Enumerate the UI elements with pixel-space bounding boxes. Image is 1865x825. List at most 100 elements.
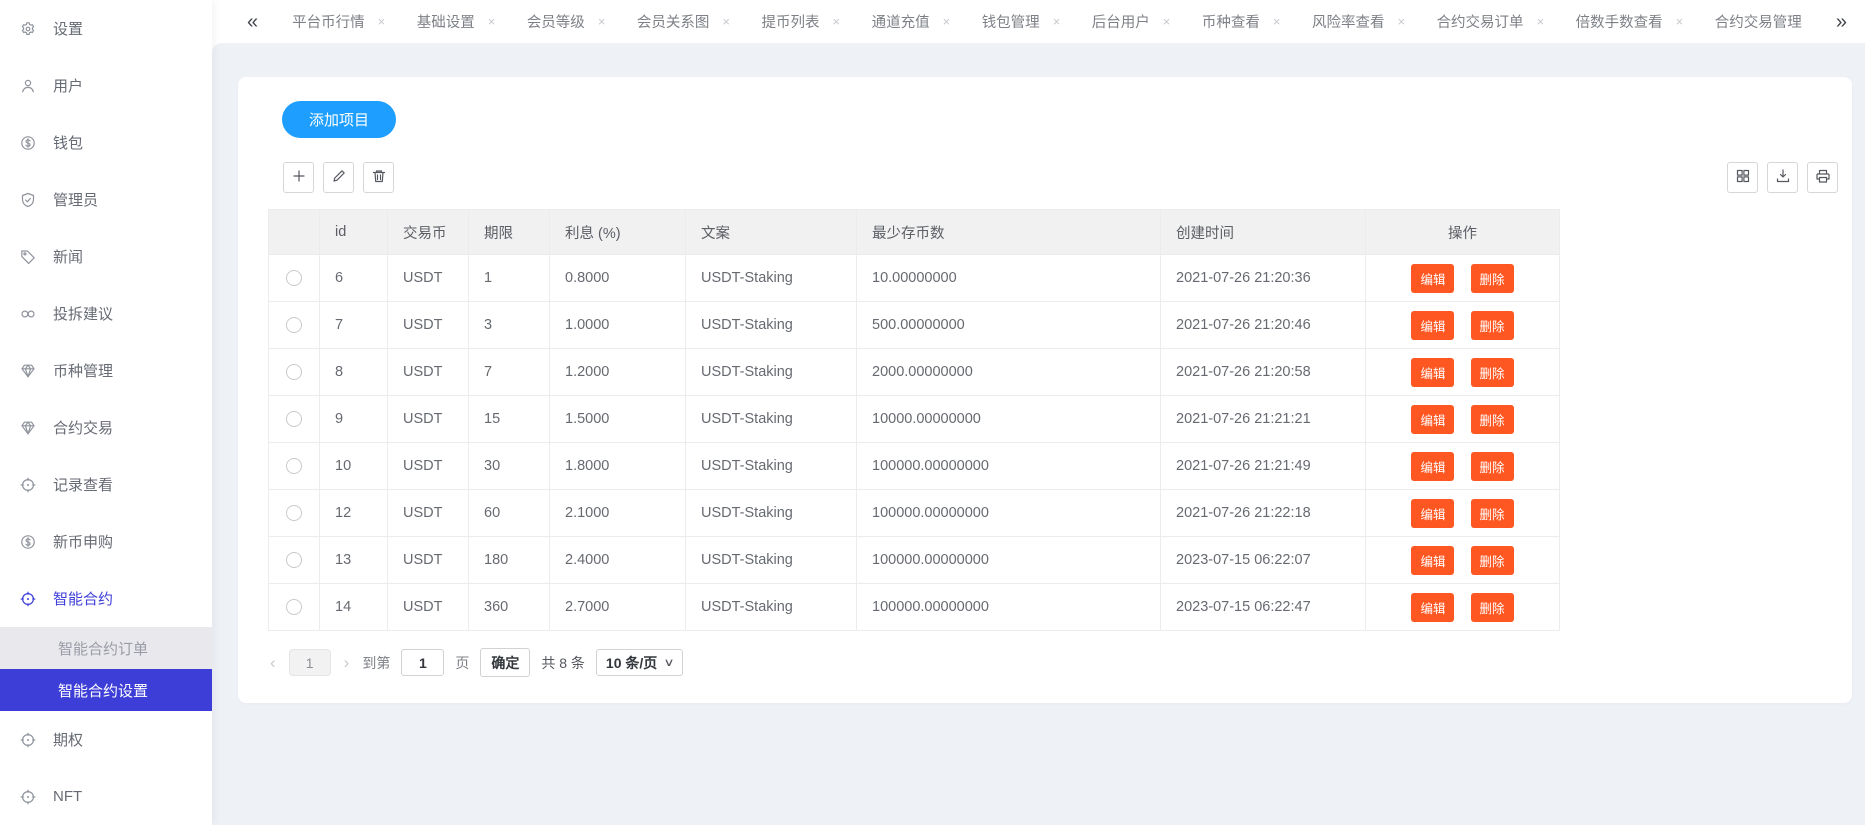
toolbar-delete-button[interactable]	[363, 162, 394, 193]
tab-close-icon[interactable]: ×	[1397, 15, 1405, 28]
row-radio[interactable]	[286, 411, 302, 427]
tab-close-icon[interactable]: ×	[378, 15, 386, 28]
sidebar-item[interactable]: 记录查看	[0, 456, 212, 513]
tab[interactable]: 会员关系图 ×	[637, 11, 730, 32]
toolbar-export-button[interactable]	[1767, 162, 1798, 193]
confirm-page-button[interactable]: 确定	[480, 648, 530, 677]
tab-close-icon[interactable]: ×	[1273, 15, 1281, 28]
row-radio[interactable]	[286, 599, 302, 615]
tab-close-icon[interactable]: ×	[1537, 15, 1545, 28]
tab[interactable]: 币种查看 ×	[1202, 11, 1281, 32]
tab-close-icon[interactable]: ×	[833, 15, 841, 28]
sidebar-item[interactable]: 用户	[0, 57, 212, 114]
row-delete-button[interactable]: 删除	[1471, 358, 1514, 387]
tab[interactable]: 风险率查看 ×	[1312, 11, 1405, 32]
prev-page-button[interactable]: ‹	[268, 654, 278, 671]
sidebar-subitem[interactable]: 智能合约订单	[0, 627, 212, 669]
sidebar-item[interactable]: 管理员	[0, 171, 212, 228]
add-project-button[interactable]: 添加项目	[282, 101, 396, 138]
tab[interactable]: 倍数手数查看 ×	[1576, 11, 1684, 32]
sidebar-item[interactable]: 合约交易	[0, 399, 212, 456]
cell-coin: USDT	[388, 349, 469, 396]
tab-close-icon[interactable]: ×	[943, 15, 951, 28]
row-edit-button[interactable]: 编辑	[1411, 264, 1454, 293]
tab-close-icon[interactable]: ×	[1676, 15, 1684, 28]
row-radio[interactable]	[286, 270, 302, 286]
row-edit-button[interactable]: 编辑	[1411, 405, 1454, 434]
data-table: id 交易币 期限 利息 (%) 文案 最少存币数 创建时间 操作	[268, 209, 1560, 631]
cell-interest: 2.4000	[550, 537, 686, 584]
row-radio[interactable]	[286, 364, 302, 380]
row-delete-button[interactable]: 删除	[1471, 452, 1514, 481]
toolbar-columns-button[interactable]	[1727, 162, 1758, 193]
sidebar-item[interactable]: 设置	[0, 0, 212, 57]
sidebar-item[interactable]: 新闻	[0, 228, 212, 285]
tab-close-icon[interactable]: ×	[1163, 15, 1171, 28]
cell-text: USDT-Staking	[686, 584, 857, 631]
toolbar-add-button[interactable]	[283, 162, 314, 193]
sidebar-item[interactable]: 期权	[0, 711, 212, 768]
tab[interactable]: 后台用户 ×	[1092, 11, 1171, 32]
sidebar-item[interactable]: 币种管理	[0, 342, 212, 399]
tab-close-icon[interactable]: ×	[488, 15, 496, 28]
row-radio[interactable]	[286, 505, 302, 521]
plus-icon	[291, 168, 307, 187]
toolbar-print-button[interactable]	[1807, 162, 1838, 193]
cell-interest: 1.5000	[550, 396, 686, 443]
sidebar-item[interactable]: 钱包	[0, 114, 212, 171]
row-edit-button[interactable]: 编辑	[1411, 546, 1454, 575]
row-delete-button[interactable]: 删除	[1471, 499, 1514, 528]
tab-close-icon[interactable]: ×	[1053, 15, 1061, 28]
sidebar-item-icon	[20, 477, 36, 493]
row-edit-button[interactable]: 编辑	[1411, 358, 1454, 387]
row-edit-button[interactable]: 编辑	[1411, 593, 1454, 622]
sidebar-item[interactable]: 投拆建议	[0, 285, 212, 342]
tab[interactable]: 会员等级 ×	[527, 11, 606, 32]
sidebar-item[interactable]: 智能合约	[0, 570, 212, 627]
row-edit-button[interactable]: 编辑	[1411, 311, 1454, 340]
sidebar-item[interactable]: NFT	[0, 768, 212, 825]
row-edit-button[interactable]: 编辑	[1411, 499, 1454, 528]
row-delete-button[interactable]: 删除	[1471, 405, 1514, 434]
row-delete-button[interactable]: 删除	[1471, 264, 1514, 293]
tab-label: 风险率查看	[1312, 11, 1385, 32]
tab[interactable]: 平台币行情 ×	[292, 11, 385, 32]
sidebar-item[interactable]: 新币申购	[0, 513, 212, 570]
tab-close-icon[interactable]: ×	[598, 15, 606, 28]
sidebar-subitem[interactable]: 智能合约设置	[0, 669, 212, 711]
tab[interactable]: 通道充值 ×	[872, 11, 951, 32]
cell-interest: 1.2000	[550, 349, 686, 396]
row-radio[interactable]	[286, 458, 302, 474]
row-delete-button[interactable]: 删除	[1471, 593, 1514, 622]
current-page-indicator[interactable]: 1	[289, 649, 331, 676]
overflow-tabs-right-icon[interactable]: »	[1836, 12, 1847, 32]
pagination: ‹ 1 › 到第 页 确定 共 8 条 10 条/页 ∨	[268, 648, 1852, 677]
cell-coin: USDT	[388, 443, 469, 490]
goto-page-input[interactable]	[401, 649, 444, 676]
page-size-select[interactable]: 10 条/页 ∨	[596, 649, 683, 676]
cell-period: 180	[469, 537, 550, 584]
tab-close-icon[interactable]: ×	[722, 15, 730, 28]
cell-actions: 编辑 删除	[1366, 537, 1560, 584]
collapse-tabs-left-icon[interactable]: «	[247, 12, 258, 32]
chevron-down-icon: ∨	[664, 656, 675, 669]
column-header-min-deposit: 最少存币数	[857, 210, 1161, 255]
row-radio[interactable]	[286, 552, 302, 568]
tab[interactable]: 基础设置 ×	[417, 11, 496, 32]
tab[interactable]: 合约交易订单 ×	[1437, 11, 1545, 32]
content-card: 添加项目	[238, 77, 1852, 703]
tab[interactable]: 提币列表 ×	[762, 11, 841, 32]
row-delete-button[interactable]: 删除	[1471, 311, 1514, 340]
sidebar-item-label: 用户	[53, 75, 83, 96]
toolbar-edit-button[interactable]	[323, 162, 354, 193]
row-radio[interactable]	[286, 317, 302, 333]
cell-min-deposit: 100000.00000000	[857, 490, 1161, 537]
row-edit-button[interactable]: 编辑	[1411, 452, 1454, 481]
tab[interactable]: 合约交易管理	[1715, 11, 1802, 32]
cell-id: 7	[320, 302, 388, 349]
next-page-button[interactable]: ›	[342, 654, 352, 671]
tab[interactable]: 钱包管理 ×	[982, 11, 1061, 32]
sidebar-item-icon	[20, 306, 36, 322]
row-delete-button[interactable]: 删除	[1471, 546, 1514, 575]
cell-created-at: 2023-07-15 06:22:47	[1161, 584, 1366, 631]
